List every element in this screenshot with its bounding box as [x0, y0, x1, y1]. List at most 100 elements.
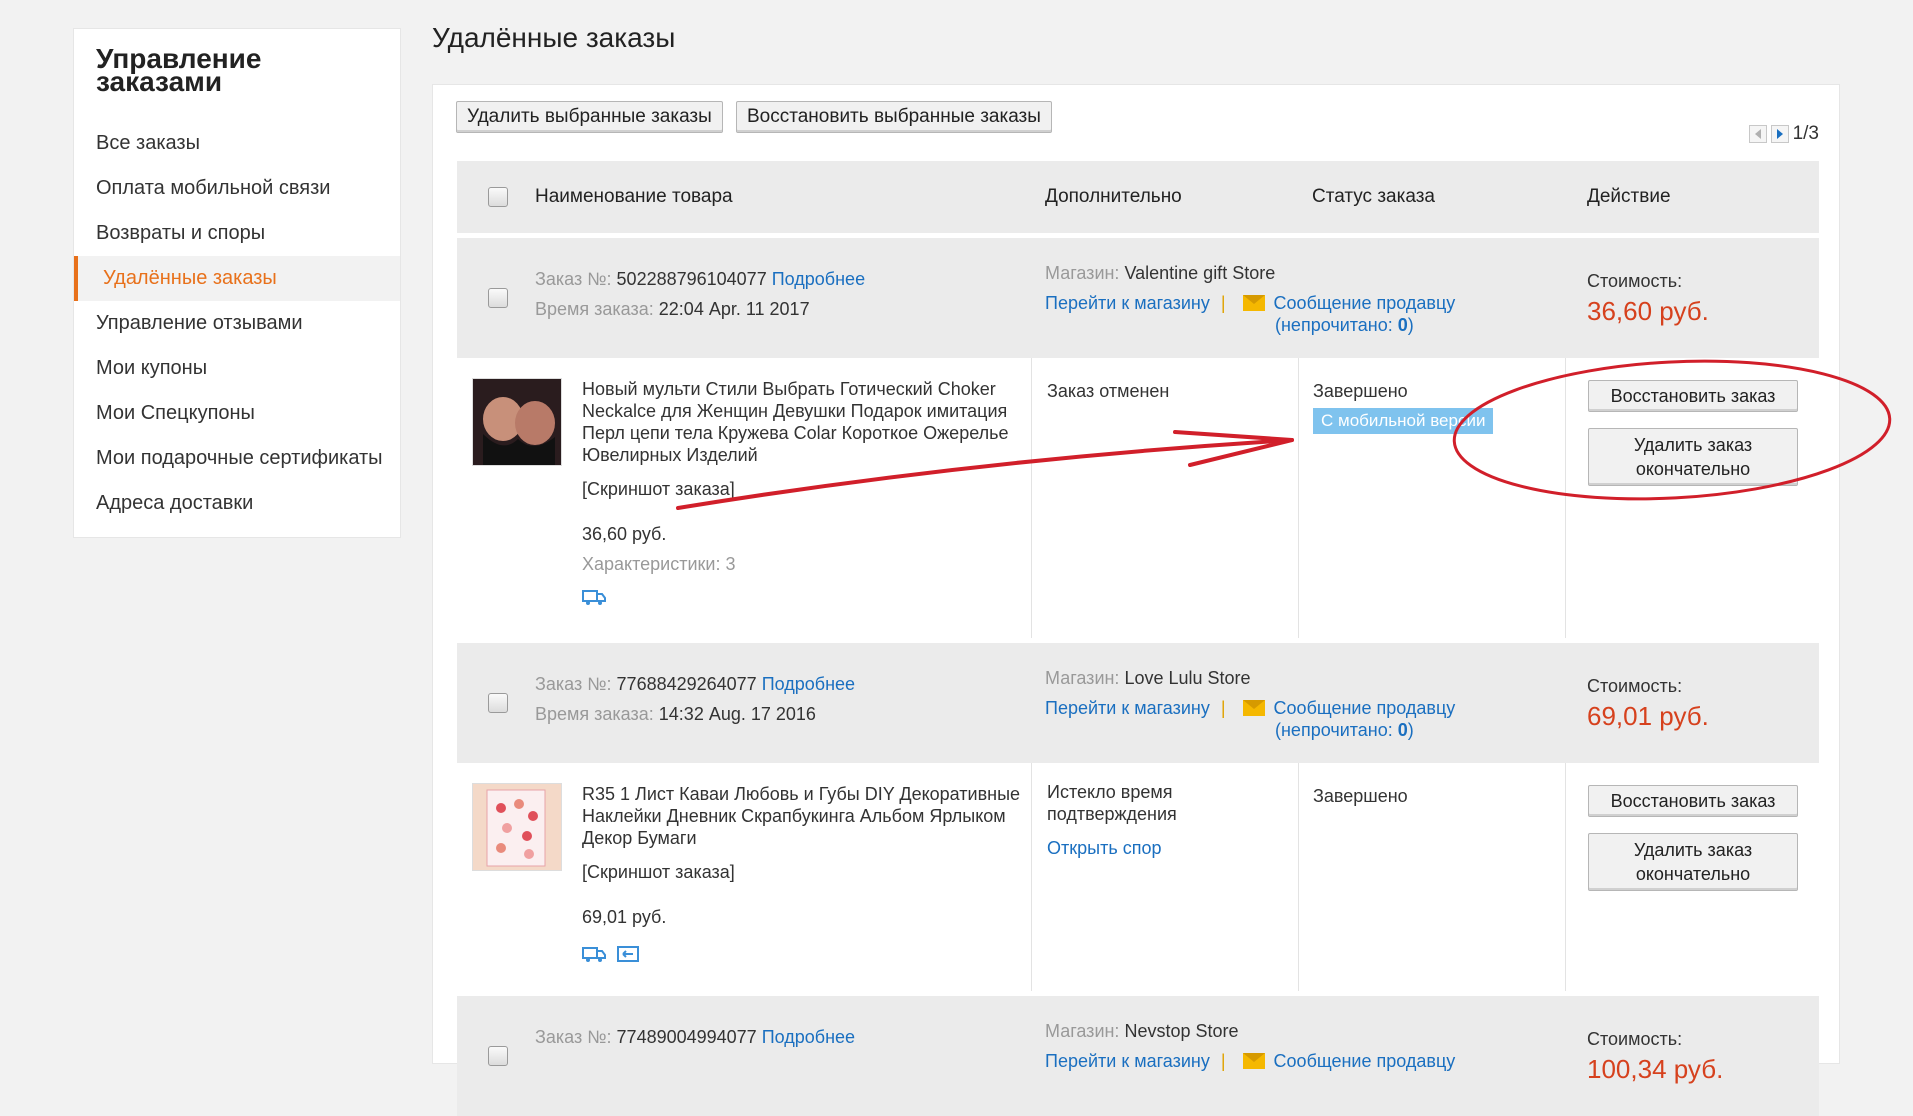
restore-order-button[interactable]: Восстановить заказ: [1588, 785, 1798, 817]
col-status-header: Статус заказа: [1312, 186, 1435, 207]
order-details-link[interactable]: Подробнее: [772, 269, 865, 289]
chevron-right-icon: [1776, 129, 1783, 139]
sidebar-item-addresses[interactable]: Адреса доставки: [74, 481, 400, 526]
unread-close: ): [1407, 720, 1414, 740]
restore-order-button[interactable]: Восстановить заказ: [1588, 380, 1798, 412]
store-name: Love Lulu Store: [1124, 668, 1251, 688]
order-item-row: R35 1 Лист Каваи Любовь и Губы DIY Декор…: [457, 763, 1819, 991]
sidebar-title: Управление заказами: [96, 43, 262, 97]
order-checkbox[interactable]: [488, 288, 508, 308]
sidebar-item-returns-disputes[interactable]: Возвраты и споры: [74, 211, 400, 256]
order-checkbox[interactable]: [488, 693, 508, 713]
order-time-label: Время заказа:: [535, 299, 654, 319]
go-to-store-link[interactable]: Перейти к магазину: [1045, 1051, 1210, 1071]
product-title-link[interactable]: Новый мульти Стили Выбрать Готический Ch…: [582, 378, 1022, 466]
store-name: Valentine gift Store: [1124, 263, 1276, 283]
product-image: [473, 784, 561, 870]
order-snapshot-link[interactable]: [Скриншот заказа]: [582, 857, 735, 887]
order-time: 14:32 Aug. 17 2016: [658, 704, 816, 724]
go-to-store-link[interactable]: Перейти к магазину: [1045, 293, 1210, 313]
table-header: Наименование товара Дополнительно Статус…: [457, 161, 1819, 233]
sidebar-item-deleted-orders[interactable]: Удалённые заказы: [74, 256, 400, 301]
pager-next-button[interactable]: [1770, 125, 1789, 143]
order-header-row: Заказ №: 77489004994077 Подробнее Магази…: [457, 991, 1819, 1116]
sidebar-item-mobile-payment[interactable]: Оплата мобильной связи: [74, 166, 400, 211]
product-price: 36,60 руб.: [582, 524, 667, 544]
sidebar-menu: Все заказы Оплата мобильной связи Возвра…: [74, 121, 400, 526]
order-cost: 36,60 руб.: [1587, 296, 1709, 326]
pager: 1/3: [1748, 123, 1819, 145]
store-label: Магазин:: [1045, 668, 1120, 688]
delete-selected-button[interactable]: Удалить выбранные заказы: [456, 101, 723, 133]
product-thumbnail[interactable]: [472, 378, 562, 466]
orders-table: Наименование товара Дополнительно Статус…: [457, 161, 1819, 1116]
order-number-label: Заказ №:: [535, 1027, 612, 1047]
order-time: 22:04 Apr. 11 2017: [658, 299, 810, 319]
page-title: Удалённые заказы: [432, 22, 676, 53]
order-details-link[interactable]: Подробнее: [762, 1027, 855, 1047]
envelope-icon: [1242, 1053, 1265, 1069]
order-cost: 100,34 руб.: [1587, 1054, 1724, 1084]
order-item-row: Новый мульти Стили Выбрать Готический Ch…: [457, 358, 1819, 638]
pager-label: 1/3: [1792, 123, 1819, 144]
orders-panel: Удалить выбранные заказы Восстановить вы…: [432, 84, 1840, 1116]
col-extra-header: Дополнительно: [1045, 186, 1182, 207]
sidebar-item-gift-cards[interactable]: Мои подарочные сертификаты: [74, 436, 400, 481]
open-dispute-link[interactable]: Открыть спор: [1047, 833, 1161, 863]
select-all-checkbox[interactable]: [488, 187, 508, 207]
sidebar: Управление заказами Все заказы Оплата мо…: [73, 28, 401, 538]
extra-info: Истекло время подтверждения: [1047, 782, 1177, 824]
product-specs: Характеристики: 3: [582, 554, 736, 574]
separator: |: [1220, 1051, 1226, 1071]
unread-open: (непрочитано:: [1275, 315, 1398, 335]
order-number-label: Заказ №:: [535, 269, 612, 289]
truck-icon[interactable]: [582, 588, 606, 606]
product-image: [473, 379, 561, 465]
mobile-version-badge: С мобильной версии: [1313, 408, 1494, 434]
go-to-store-link[interactable]: Перейти к магазину: [1045, 698, 1210, 718]
return-icon[interactable]: [617, 945, 639, 963]
sidebar-item-reviews[interactable]: Управление отзывами: [74, 301, 400, 346]
extra-info: Заказ отменен: [1047, 381, 1170, 401]
store-label: Магазин:: [1045, 1021, 1120, 1041]
cost-label: Стоимость:: [1587, 676, 1683, 696]
sidebar-item-all-orders[interactable]: Все заказы: [74, 121, 400, 166]
unread-count: 0: [1397, 720, 1408, 740]
order-header-row: Заказ №: 77688429264077 Подробнее Время …: [457, 638, 1819, 763]
cost-label: Стоимость:: [1587, 1029, 1683, 1049]
order-details-link[interactable]: Подробнее: [762, 674, 855, 694]
product-title-link[interactable]: R35 1 Лист Каваи Любовь и Губы DIY Декор…: [582, 783, 1022, 849]
order-time-label: Время заказа:: [535, 704, 654, 724]
unread-count: 0: [1397, 315, 1408, 335]
restore-selected-button[interactable]: Восстановить выбранные заказы: [736, 101, 1052, 133]
order-snapshot-link[interactable]: [Скриншот заказа]: [582, 474, 735, 504]
col-action-header: Действие: [1587, 186, 1671, 207]
cost-label: Стоимость:: [1587, 271, 1683, 291]
pager-prev-button[interactable]: [1748, 125, 1767, 143]
order-status: Завершено: [1313, 786, 1408, 806]
col-product-header: Наименование товара: [535, 186, 733, 207]
order-number-label: Заказ №:: [535, 674, 612, 694]
truck-icon[interactable]: [582, 945, 606, 963]
product-thumbnail[interactable]: [472, 783, 562, 871]
envelope-icon: [1242, 295, 1265, 311]
order-number: 77688429264077: [616, 674, 757, 694]
separator: |: [1220, 293, 1226, 313]
separator: |: [1220, 698, 1226, 718]
product-price: 69,01 руб.: [582, 907, 667, 927]
store-label: Магазин:: [1045, 263, 1120, 283]
sidebar-item-coupons[interactable]: Мои купоны: [74, 346, 400, 391]
order-checkbox[interactable]: [488, 1046, 508, 1066]
store-name: Nevstop Store: [1124, 1021, 1239, 1041]
delete-order-permanently-button[interactable]: Удалить заказ окончательно: [1588, 428, 1798, 486]
delete-order-permanently-button[interactable]: Удалить заказ окончательно: [1588, 833, 1798, 891]
order-status: Завершено: [1313, 381, 1408, 401]
order-number: 77489004994077: [616, 1027, 757, 1047]
order-header-row: Заказ №: 502288796104077 Подробнее Время…: [457, 233, 1819, 358]
message-seller-link[interactable]: Сообщение продавцу: [1274, 1051, 1456, 1071]
order-cost: 69,01 руб.: [1587, 701, 1709, 731]
chevron-left-icon: [1754, 129, 1761, 139]
sidebar-item-special-coupons[interactable]: Мои Спецкупоны: [74, 391, 400, 436]
unread-open: (непрочитано:: [1275, 720, 1398, 740]
unread-close: ): [1407, 315, 1414, 335]
